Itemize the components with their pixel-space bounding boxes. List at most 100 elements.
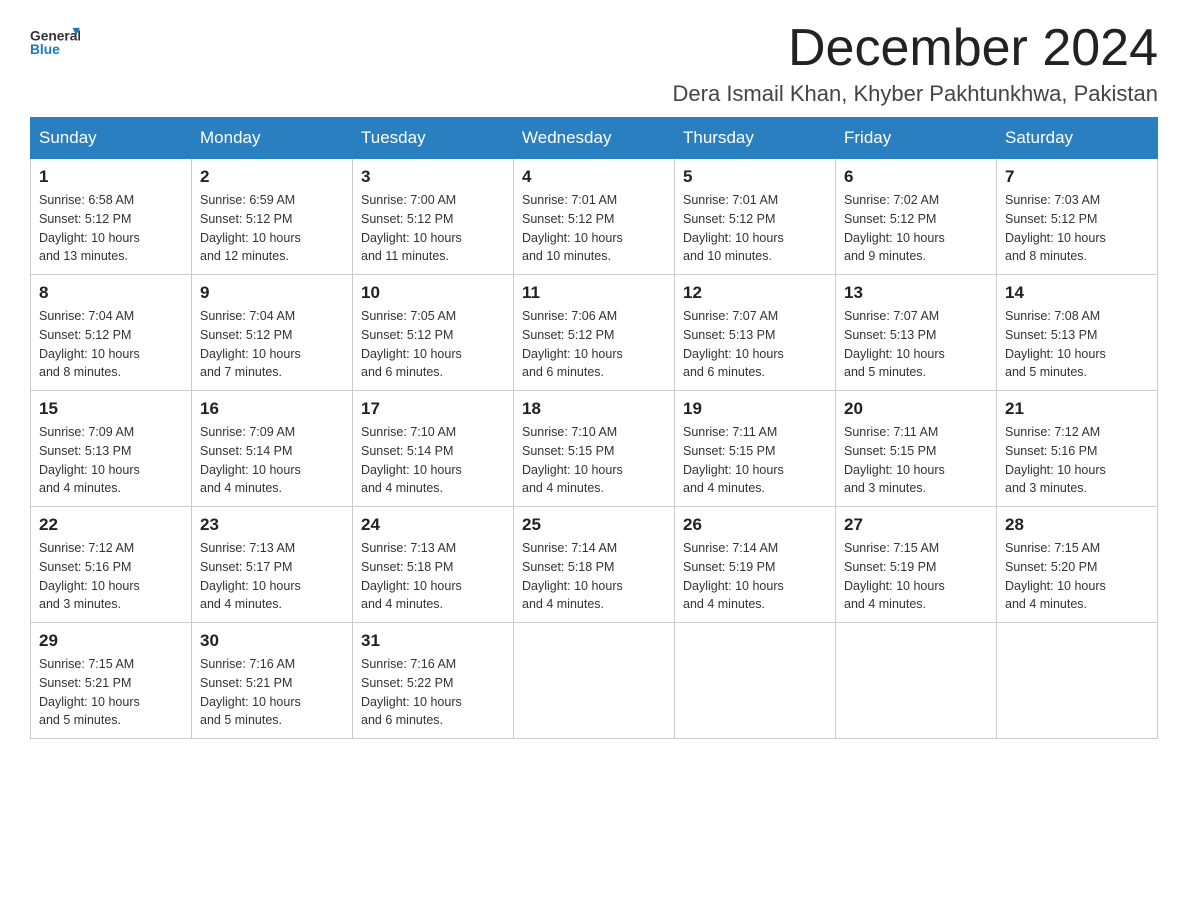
calendar-cell: 30 Sunrise: 7:16 AMSunset: 5:21 PMDayligh… [192, 623, 353, 739]
day-number: 25 [522, 515, 666, 535]
calendar-cell: 9 Sunrise: 7:04 AMSunset: 5:12 PMDaylight… [192, 275, 353, 391]
day-info: Sunrise: 7:03 AMSunset: 5:12 PMDaylight:… [1005, 191, 1149, 266]
weekday-header-row: SundayMondayTuesdayWednesdayThursdayFrid… [31, 118, 1158, 159]
day-number: 8 [39, 283, 183, 303]
day-info: Sunrise: 7:16 AMSunset: 5:21 PMDaylight:… [200, 655, 344, 730]
calendar-cell: 6 Sunrise: 7:02 AMSunset: 5:12 PMDaylight… [836, 159, 997, 275]
calendar-cell: 10 Sunrise: 7:05 AMSunset: 5:12 PMDayligh… [353, 275, 514, 391]
title-section: December 2024 Dera Ismail Khan, Khyber P… [673, 20, 1158, 107]
calendar-week-row: 1 Sunrise: 6:58 AMSunset: 5:12 PMDaylight… [31, 159, 1158, 275]
calendar-cell: 5Sunrise: 7:01 AMSunset: 5:12 PMDaylight… [675, 159, 836, 275]
day-info: Sunrise: 7:11 AMSunset: 5:15 PMDaylight:… [683, 423, 827, 498]
day-info: Sunrise: 7:11 AMSunset: 5:15 PMDaylight:… [844, 423, 988, 498]
day-info: Sunrise: 7:08 AMSunset: 5:13 PMDaylight:… [1005, 307, 1149, 382]
calendar-cell: 27 Sunrise: 7:15 AMSunset: 5:19 PMDayligh… [836, 507, 997, 623]
day-number: 29 [39, 631, 183, 651]
day-info: Sunrise: 7:01 AMSunset: 5:12 PMDaylight:… [683, 191, 827, 266]
day-info: Sunrise: 7:13 AMSunset: 5:18 PMDaylight:… [361, 539, 505, 614]
calendar-cell: 3Sunrise: 7:00 AMSunset: 5:12 PMDaylight… [353, 159, 514, 275]
day-number: 28 [1005, 515, 1149, 535]
day-number: 1 [39, 167, 183, 187]
calendar-cell: 24 Sunrise: 7:13 AMSunset: 5:18 PMDayligh… [353, 507, 514, 623]
day-number: 20 [844, 399, 988, 419]
day-number: 10 [361, 283, 505, 303]
calendar-cell: 25 Sunrise: 7:14 AMSunset: 5:18 PMDayligh… [514, 507, 675, 623]
calendar-cell [675, 623, 836, 739]
day-info: Sunrise: 6:58 AMSunset: 5:12 PMDaylight:… [39, 191, 183, 266]
day-number: 23 [200, 515, 344, 535]
day-number: 11 [522, 283, 666, 303]
calendar-cell: 7 Sunrise: 7:03 AMSunset: 5:12 PMDaylight… [997, 159, 1158, 275]
day-number: 9 [200, 283, 344, 303]
day-info: Sunrise: 7:07 AMSunset: 5:13 PMDaylight:… [683, 307, 827, 382]
day-info: Sunrise: 7:13 AMSunset: 5:17 PMDaylight:… [200, 539, 344, 614]
day-info: Sunrise: 7:05 AMSunset: 5:12 PMDaylight:… [361, 307, 505, 382]
svg-text:Blue: Blue [30, 42, 60, 57]
weekday-header-wednesday: Wednesday [514, 118, 675, 159]
day-info: Sunrise: 7:02 AMSunset: 5:12 PMDaylight:… [844, 191, 988, 266]
day-number: 4 [522, 167, 666, 187]
page-header: General Blue December 2024 Dera Ismail K… [30, 20, 1158, 107]
calendar-cell: 18 Sunrise: 7:10 AMSunset: 5:15 PMDayligh… [514, 391, 675, 507]
calendar-table: SundayMondayTuesdayWednesdayThursdayFrid… [30, 117, 1158, 739]
day-info: Sunrise: 7:10 AMSunset: 5:15 PMDaylight:… [522, 423, 666, 498]
calendar-cell: 31 Sunrise: 7:16 AMSunset: 5:22 PMDayligh… [353, 623, 514, 739]
calendar-cell: 28Sunrise: 7:15 AMSunset: 5:20 PMDayligh… [997, 507, 1158, 623]
day-number: 17 [361, 399, 505, 419]
day-number: 18 [522, 399, 666, 419]
weekday-header-friday: Friday [836, 118, 997, 159]
day-info: Sunrise: 7:06 AMSunset: 5:12 PMDaylight:… [522, 307, 666, 382]
calendar-cell: 26Sunrise: 7:14 AMSunset: 5:19 PMDayligh… [675, 507, 836, 623]
calendar-cell: 8 Sunrise: 7:04 AMSunset: 5:12 PMDaylight… [31, 275, 192, 391]
day-number: 30 [200, 631, 344, 651]
day-info: Sunrise: 7:14 AMSunset: 5:18 PMDaylight:… [522, 539, 666, 614]
weekday-header-saturday: Saturday [997, 118, 1158, 159]
day-info: Sunrise: 7:04 AMSunset: 5:12 PMDaylight:… [200, 307, 344, 382]
weekday-header-thursday: Thursday [675, 118, 836, 159]
calendar-cell: 17 Sunrise: 7:10 AMSunset: 5:14 PMDayligh… [353, 391, 514, 507]
day-info: Sunrise: 7:12 AMSunset: 5:16 PMDaylight:… [1005, 423, 1149, 498]
day-info: Sunrise: 7:09 AMSunset: 5:14 PMDaylight:… [200, 423, 344, 498]
svg-text:General: General [30, 28, 80, 43]
calendar-week-row: 8 Sunrise: 7:04 AMSunset: 5:12 PMDaylight… [31, 275, 1158, 391]
calendar-cell [836, 623, 997, 739]
calendar-cell: 4 Sunrise: 7:01 AMSunset: 5:12 PMDaylight… [514, 159, 675, 275]
calendar-cell: 14Sunrise: 7:08 AMSunset: 5:13 PMDayligh… [997, 275, 1158, 391]
calendar-week-row: 15 Sunrise: 7:09 AMSunset: 5:13 PMDayligh… [31, 391, 1158, 507]
day-number: 31 [361, 631, 505, 651]
calendar-cell: 13Sunrise: 7:07 AMSunset: 5:13 PMDayligh… [836, 275, 997, 391]
calendar-cell: 11 Sunrise: 7:06 AMSunset: 5:12 PMDayligh… [514, 275, 675, 391]
calendar-cell: 23 Sunrise: 7:13 AMSunset: 5:17 PMDayligh… [192, 507, 353, 623]
weekday-header-sunday: Sunday [31, 118, 192, 159]
calendar-week-row: 22 Sunrise: 7:12 AMSunset: 5:16 PMDayligh… [31, 507, 1158, 623]
day-info: Sunrise: 7:16 AMSunset: 5:22 PMDaylight:… [361, 655, 505, 730]
day-number: 22 [39, 515, 183, 535]
day-number: 16 [200, 399, 344, 419]
calendar-cell: 1 Sunrise: 6:58 AMSunset: 5:12 PMDaylight… [31, 159, 192, 275]
day-info: Sunrise: 7:10 AMSunset: 5:14 PMDaylight:… [361, 423, 505, 498]
calendar-cell: 19Sunrise: 7:11 AMSunset: 5:15 PMDayligh… [675, 391, 836, 507]
weekday-header-monday: Monday [192, 118, 353, 159]
calendar-cell: 12Sunrise: 7:07 AMSunset: 5:13 PMDayligh… [675, 275, 836, 391]
day-number: 15 [39, 399, 183, 419]
day-number: 7 [1005, 167, 1149, 187]
day-info: Sunrise: 7:15 AMSunset: 5:21 PMDaylight:… [39, 655, 183, 730]
day-info: Sunrise: 7:12 AMSunset: 5:16 PMDaylight:… [39, 539, 183, 614]
day-number: 6 [844, 167, 988, 187]
day-info: Sunrise: 7:09 AMSunset: 5:13 PMDaylight:… [39, 423, 183, 498]
calendar-cell: 21 Sunrise: 7:12 AMSunset: 5:16 PMDayligh… [997, 391, 1158, 507]
day-info: Sunrise: 6:59 AMSunset: 5:12 PMDaylight:… [200, 191, 344, 266]
day-number: 21 [1005, 399, 1149, 419]
day-info: Sunrise: 7:04 AMSunset: 5:12 PMDaylight:… [39, 307, 183, 382]
day-info: Sunrise: 7:15 AMSunset: 5:19 PMDaylight:… [844, 539, 988, 614]
month-title: December 2024 [673, 20, 1158, 77]
day-number: 24 [361, 515, 505, 535]
calendar-cell [514, 623, 675, 739]
day-info: Sunrise: 7:01 AMSunset: 5:12 PMDaylight:… [522, 191, 666, 266]
day-number: 13 [844, 283, 988, 303]
day-number: 2 [200, 167, 344, 187]
day-info: Sunrise: 7:00 AMSunset: 5:12 PMDaylight:… [361, 191, 505, 266]
calendar-cell [997, 623, 1158, 739]
day-number: 27 [844, 515, 988, 535]
calendar-cell: 20 Sunrise: 7:11 AMSunset: 5:15 PMDayligh… [836, 391, 997, 507]
